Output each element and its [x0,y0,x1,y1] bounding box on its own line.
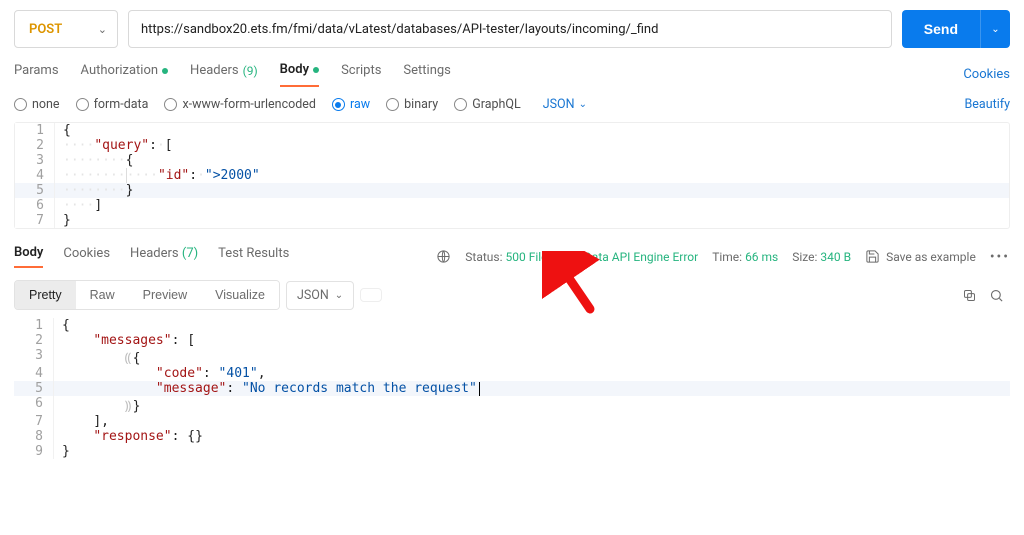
tab-params[interactable]: Params [14,63,59,86]
save-example-label: Save as example [886,250,976,264]
save-icon[interactable]: Save as example [865,249,976,264]
tab-headers-count: (9) [243,64,258,78]
chevron-down-icon: ⌄ [98,23,107,36]
resp-tab-headers[interactable]: Headers (7) [130,246,198,267]
tab-authorization-label: Authorization [81,63,159,78]
bodytype-formdata[interactable]: form-data [76,97,149,112]
view-pretty[interactable]: Pretty [15,281,76,309]
view-visualize[interactable]: Visualize [201,281,279,309]
response-body-viewer[interactable]: 1{ 2 "messages": [ 3 ⸨{ 4 "code": "401",… [14,318,1010,459]
send-dropdown[interactable]: ⌄ [980,10,1010,48]
view-preview[interactable]: Preview [129,281,201,309]
dot-indicator-icon [313,67,319,73]
tab-authorization[interactable]: Authorization [81,63,169,86]
dot-indicator-icon [162,68,168,74]
more-menu[interactable]: ••• [990,249,1010,265]
bodytype-binary[interactable]: binary [386,97,438,112]
resp-tab-testresults[interactable]: Test Results [218,246,289,267]
size-meta: Size: 340 B [792,250,851,264]
status-value: 500 FileMaker Data API Engine Error [506,250,699,264]
send-button[interactable]: Send [902,10,980,48]
bodytype-graphql[interactable]: GraphQL [454,97,521,112]
bodytype-none[interactable]: none [14,97,60,112]
beautify-link[interactable]: Beautify [965,97,1011,112]
chevron-down-icon: ⌄ [335,290,343,301]
view-raw[interactable]: Raw [76,281,129,309]
chevron-down-icon: ⌄ [579,99,587,110]
resp-tab-cookies[interactable]: Cookies [63,246,110,267]
search-icon[interactable] [989,288,1004,303]
tab-headers[interactable]: Headers (9) [190,63,258,86]
response-language-select[interactable]: JSON ⌄ [286,281,354,310]
response-view-segment: Pretty Raw Preview Visualize [14,280,280,310]
tab-body-label: Body [280,62,309,77]
time-value: 66 ms [745,250,778,264]
resp-tab-body[interactable]: Body [14,245,43,268]
method-selector[interactable]: POST ⌄ [14,10,118,48]
raw-language-select[interactable]: JSON ⌄ [543,97,587,112]
bodytype-raw[interactable]: raw [332,97,370,112]
copy-icon[interactable] [962,288,977,303]
url-input[interactable]: https://sandbox20.ets.fm/fmi/data/vLates… [128,10,892,48]
cookies-link[interactable]: Cookies [963,67,1010,82]
time-meta: Time: 66 ms [712,250,778,264]
network-icon[interactable] [436,249,451,264]
status-meta: Status: 500 FileMaker Data API Engine Er… [465,250,698,264]
tab-body[interactable]: Body [280,62,319,87]
bodytype-xwww[interactable]: x-www-form-urlencoded [164,97,316,112]
request-body-editor[interactable]: 1{ 2····"query":·[ 3········{ 4·········… [14,122,1010,229]
url-text: https://sandbox20.ets.fm/fmi/data/vLates… [141,22,658,37]
text-cursor [479,382,480,396]
tab-scripts[interactable]: Scripts [341,63,381,86]
tab-headers-label: Headers [190,63,239,78]
size-value: 340 B [820,250,851,264]
tab-settings[interactable]: Settings [403,63,450,86]
wrap-lines-button[interactable] [360,288,382,302]
method-label: POST [29,22,62,37]
